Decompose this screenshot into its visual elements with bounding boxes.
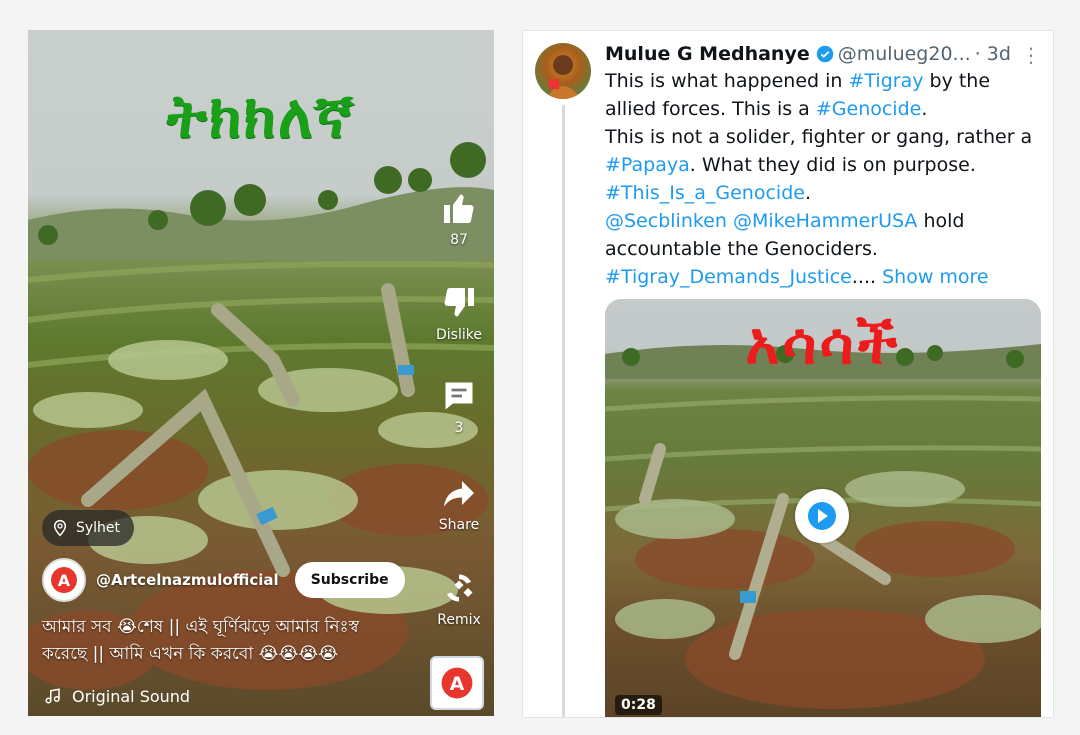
media-overlay-title: አሳሳች bbox=[745, 309, 901, 377]
mention-link[interactable]: @Secblinken bbox=[605, 210, 727, 232]
play-button[interactable] bbox=[795, 489, 849, 543]
text-span: . What they did is on purpose. bbox=[689, 154, 976, 176]
music-note-icon bbox=[45, 688, 60, 704]
short-video-player[interactable]: ትክክለኛ 87 Dislike 3 Share Remix Sylhet A bbox=[28, 30, 494, 716]
text-span: .... bbox=[851, 266, 877, 288]
comment-count: 3 bbox=[454, 420, 464, 436]
text-span: by the bbox=[923, 70, 991, 92]
comment-icon bbox=[445, 382, 473, 410]
text-span: allied forces. This is a bbox=[605, 98, 816, 120]
like-button[interactable]: 87 bbox=[424, 190, 494, 248]
text-span: . bbox=[921, 98, 928, 120]
remix-label: Remix bbox=[437, 612, 481, 628]
like-count: 87 bbox=[450, 232, 468, 248]
tweet-text: This is what happened in #Tigray by the … bbox=[605, 67, 1045, 291]
location-chip[interactable]: Sylhet bbox=[42, 510, 135, 546]
subscribe-button[interactable]: Subscribe bbox=[294, 562, 405, 598]
hashtag-link[interactable]: #Tigray bbox=[848, 70, 923, 92]
text-span: This is what happened in bbox=[605, 70, 849, 92]
svg-text:A: A bbox=[58, 571, 71, 590]
tweet-card: Mulue G Medhanye @mulueg20... · 3d ⋮ Thi… bbox=[522, 30, 1054, 718]
text-line: accountable the Genociders. bbox=[605, 238, 878, 260]
video-duration: 0:28 bbox=[615, 695, 662, 715]
share-icon bbox=[444, 481, 474, 507]
comments-button[interactable]: 3 bbox=[424, 378, 494, 436]
hashtag-link[interactable]: #Genocide bbox=[816, 98, 921, 120]
hashtag-link[interactable]: #Tigray_Demands_Justice bbox=[605, 266, 852, 288]
hashtag-link[interactable]: #This_Is_a_Genocide bbox=[605, 182, 805, 204]
text-span: hold bbox=[917, 210, 965, 232]
sound-label: Original Sound bbox=[72, 686, 191, 706]
remix-icon bbox=[447, 574, 473, 602]
tweet-header: Mulue G Medhanye @mulueg20... · 3d ⋮ bbox=[605, 39, 1043, 69]
remix-button[interactable]: Remix bbox=[424, 570, 494, 628]
hashtag-link[interactable]: #Papaya bbox=[605, 154, 690, 176]
mention-link[interactable]: @MikeHammerUSA bbox=[733, 210, 917, 232]
sound-thumbnail[interactable]: A bbox=[430, 656, 484, 710]
channel-row: A @Artcelnazmulofficial Subscribe bbox=[42, 558, 405, 602]
channel-name[interactable]: @Artcelnazmulofficial bbox=[96, 571, 279, 589]
show-more-link[interactable]: Show more bbox=[876, 266, 989, 288]
overlay-title: ትክክለኛ bbox=[166, 82, 356, 152]
dislike-button[interactable]: Dislike bbox=[424, 285, 494, 343]
caption-line-1: আমার সব 😭শেষ || এই ঘূর্ণিঝড়ে আমার নিঃস্… bbox=[42, 617, 359, 637]
more-options-icon[interactable]: ⋮ bbox=[1021, 43, 1041, 67]
location-label: Sylhet bbox=[76, 520, 121, 536]
thumbs-down-icon bbox=[444, 287, 474, 317]
share-label: Share bbox=[438, 517, 480, 533]
text-line: This is not a solider, fighter or gang, … bbox=[605, 126, 1033, 148]
dislike-label: Dislike bbox=[436, 327, 482, 343]
play-icon bbox=[808, 502, 836, 530]
channel-avatar[interactable]: A bbox=[42, 558, 86, 602]
share-button[interactable]: Share bbox=[424, 475, 494, 533]
thumbs-up-icon bbox=[444, 194, 474, 224]
video-caption[interactable]: আমার সব 😭শেষ || এই ঘূর্ণিঝড়ে আমার নিঃস্… bbox=[42, 614, 422, 668]
avatar-photo bbox=[545, 55, 581, 99]
tweet-video[interactable]: አሳሳች 0:28 bbox=[605, 299, 1041, 717]
thread-line bbox=[562, 105, 565, 717]
author-name[interactable]: Mulue G Medhanye bbox=[605, 43, 810, 65]
channel-logo-icon: A bbox=[51, 567, 77, 593]
verified-badge-icon bbox=[816, 45, 833, 63]
author-avatar[interactable] bbox=[535, 43, 591, 99]
author-handle[interactable]: @mulueg20... bbox=[838, 43, 971, 65]
svg-text:A: A bbox=[450, 673, 465, 695]
location-pin-icon bbox=[53, 520, 67, 537]
text-span: . bbox=[804, 182, 811, 204]
channel-logo-icon: A bbox=[441, 667, 473, 699]
tweet-time[interactable]: · 3d bbox=[975, 43, 1011, 65]
sound-row[interactable]: Original Sound bbox=[44, 686, 190, 706]
caption-line-2: করেছে || আমি এখন কি করবো 😭😭😭😭 bbox=[42, 644, 339, 664]
